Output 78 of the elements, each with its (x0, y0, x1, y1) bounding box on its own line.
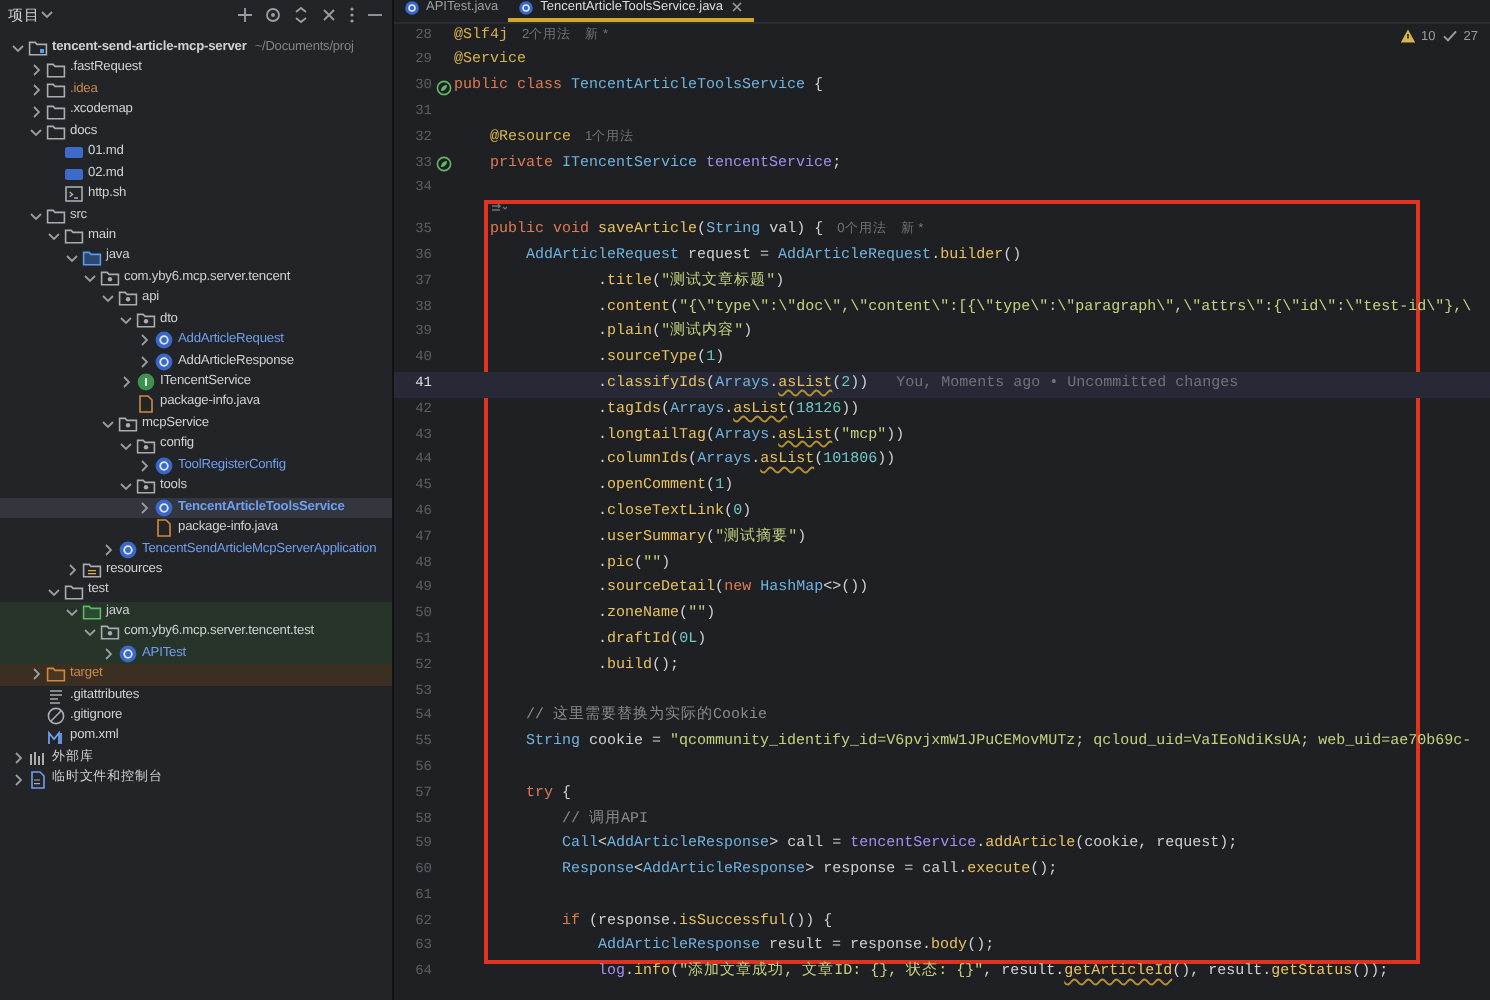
chevron-icon[interactable] (10, 750, 26, 767)
chevron-icon[interactable] (136, 353, 152, 370)
add-icon[interactable] (236, 6, 254, 24)
folder-icon (46, 80, 66, 101)
chevron-icon[interactable] (10, 771, 26, 788)
file-icon (136, 393, 156, 414)
folder-icon (136, 435, 156, 456)
chevron-icon[interactable] (118, 437, 134, 454)
file-icon (46, 727, 66, 748)
file-icon (154, 518, 174, 539)
markdown-icon (64, 163, 84, 184)
chevron-icon[interactable] (64, 249, 80, 266)
target-icon[interactable] (264, 6, 282, 24)
scratch-file-icon (28, 769, 48, 790)
check-icon[interactable] (1441, 28, 1458, 45)
chevron-icon[interactable] (28, 103, 44, 120)
folder-icon (46, 205, 66, 226)
folder-icon (136, 476, 156, 497)
class-icon (154, 497, 174, 518)
folder-icon (82, 247, 102, 268)
leaf-icon[interactable] (436, 79, 452, 96)
expand-icon[interactable] (292, 6, 310, 24)
terminal-icon (64, 184, 84, 205)
chevron-icon[interactable] (46, 228, 62, 245)
warning-icon[interactable] (1399, 28, 1416, 45)
folder-icon (46, 664, 66, 685)
markdown-icon (64, 142, 84, 163)
folder-icon (64, 226, 84, 247)
chevron-icon[interactable] (118, 311, 134, 328)
folder-icon (136, 309, 156, 330)
folder-icon (100, 268, 120, 289)
folder-icon (46, 59, 66, 80)
leaf-icon[interactable] (436, 155, 452, 172)
chevron-icon[interactable] (82, 624, 98, 641)
chevron-icon[interactable] (46, 583, 62, 600)
folder-icon (28, 38, 48, 59)
chevron-icon[interactable] (28, 82, 44, 99)
chevron-icon[interactable] (100, 541, 116, 558)
folder-icon (82, 560, 102, 581)
class-icon (118, 643, 138, 664)
text-file-icon (46, 685, 66, 706)
chevron-icon[interactable] (100, 645, 116, 662)
chevron-icon[interactable] (118, 374, 134, 391)
chevron-icon[interactable] (136, 457, 152, 474)
class-icon (154, 330, 174, 351)
folder-icon (46, 101, 66, 122)
chevron-icon[interactable] (136, 332, 152, 349)
inlay-icon[interactable] (490, 202, 509, 215)
class-icon (154, 455, 174, 476)
chevron-icon[interactable] (28, 666, 44, 683)
chevron-icon[interactable] (136, 499, 152, 516)
library-icon (28, 748, 48, 769)
folder-icon (118, 288, 138, 309)
folder-icon (64, 581, 84, 602)
chevron-icon[interactable] (82, 270, 98, 287)
folder-icon (118, 414, 138, 435)
more-icon[interactable] (348, 6, 356, 24)
chevron-icon[interactable] (100, 290, 116, 307)
folder-icon (100, 622, 120, 643)
class-icon (404, 0, 420, 16)
chevron-icon[interactable] (28, 61, 44, 78)
chevron-icon[interactable] (64, 604, 80, 621)
chevron-icon[interactable] (118, 478, 134, 495)
chevron-icon[interactable] (10, 40, 26, 57)
interface-icon (136, 372, 156, 393)
close-icon[interactable] (729, 0, 744, 15)
chevron-icon[interactable] (28, 207, 44, 224)
folder-icon (82, 602, 102, 623)
class-icon (154, 351, 174, 372)
close-icon[interactable] (320, 6, 338, 24)
folder-icon (46, 121, 66, 142)
chevron-icon[interactable] (28, 123, 44, 140)
class-icon (118, 539, 138, 560)
caret-icon[interactable] (40, 8, 54, 22)
chevron-icon[interactable] (64, 562, 80, 579)
ignore-icon (46, 706, 66, 727)
class-icon (518, 0, 535, 16)
chevron-icon[interactable] (100, 416, 116, 433)
